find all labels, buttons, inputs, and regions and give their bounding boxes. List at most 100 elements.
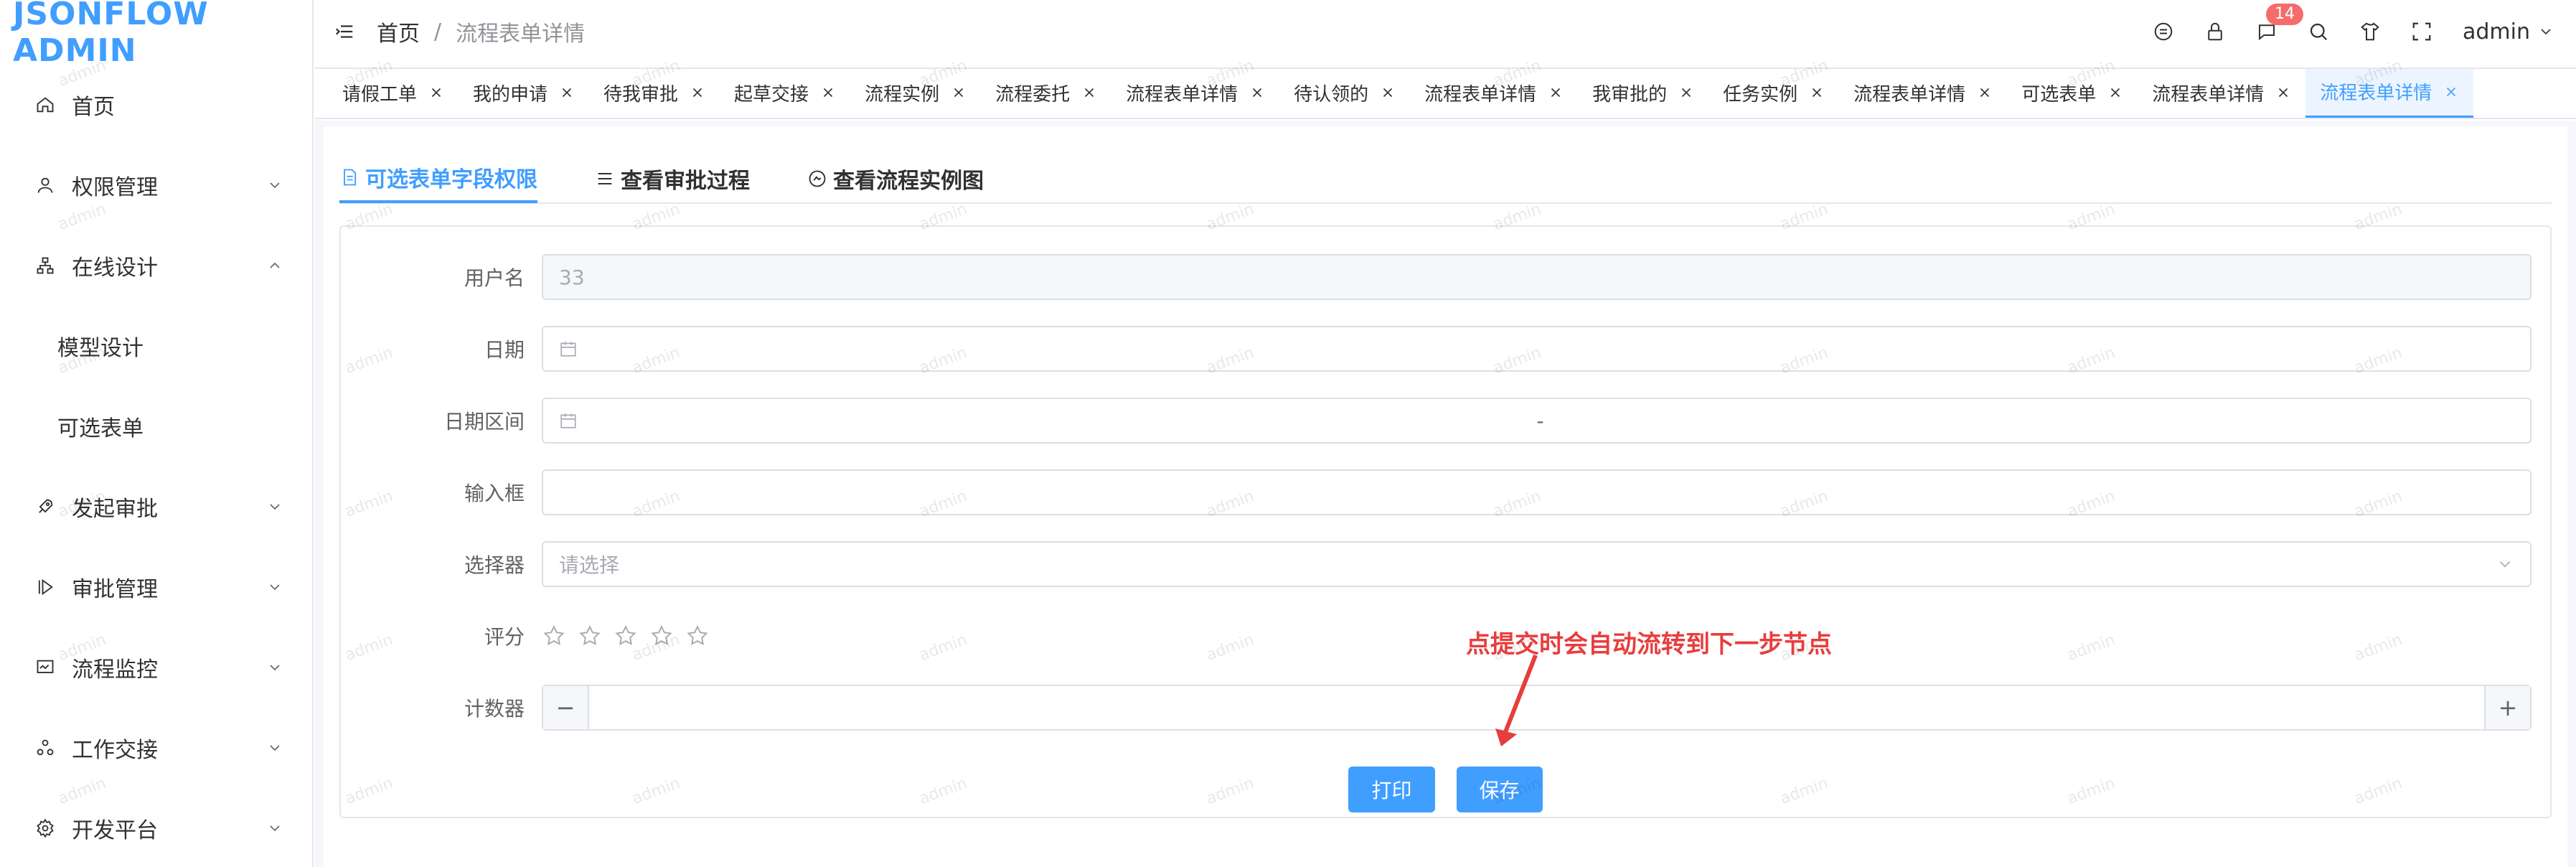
language-icon[interactable]	[2153, 21, 2174, 42]
sidebar-item-label: 工作交接	[72, 738, 158, 763]
tag-item[interactable]: 流程表单详情	[2138, 69, 2305, 118]
sidebar-item-label: 权限管理	[72, 175, 158, 200]
theme-shirt-icon[interactable]	[2359, 21, 2381, 42]
diagram-icon	[809, 170, 826, 187]
close-icon[interactable]	[2275, 85, 2291, 100]
sidebar-item-permissions[interactable]: 权限管理	[0, 145, 312, 225]
chevron-down-icon	[270, 182, 280, 189]
star-icon[interactable]	[542, 624, 566, 648]
close-icon[interactable]	[1081, 85, 1097, 100]
select-label: 选择器	[464, 553, 525, 577]
sidebar-item-start-approval[interactable]: 发起审批	[0, 467, 312, 547]
close-icon[interactable]	[1809, 85, 1825, 100]
tag-item[interactable]: 请假工单	[328, 69, 459, 118]
increment-button[interactable]: +	[2484, 686, 2530, 729]
fullscreen-icon[interactable]	[2411, 21, 2432, 42]
tag-item[interactable]: 流程实例	[850, 69, 981, 118]
sidebar-item-label: 流程监控	[72, 657, 158, 683]
sidebar-item-label: 模型设计	[57, 336, 144, 361]
form-row-counter: 计数器 − +	[341, 672, 2532, 744]
dynamic-form: 用户名 33 日期 日期区间 - 输入框 选择器 请选择 评分 计数器 − + …	[339, 225, 2552, 818]
tag-label: 流程表单详情	[2320, 83, 2432, 104]
close-icon[interactable]	[559, 85, 575, 100]
close-icon[interactable]	[820, 85, 836, 100]
tag-item-active[interactable]: 流程表单详情	[2305, 69, 2474, 118]
save-button[interactable]: 保存	[1456, 767, 1543, 812]
close-icon[interactable]	[2443, 84, 2459, 100]
close-icon[interactable]	[951, 85, 967, 100]
rate-label: 评分	[484, 625, 525, 649]
date-range-separator: -	[1536, 408, 1544, 433]
star-icon[interactable]	[578, 624, 602, 648]
tag-item[interactable]: 流程表单详情	[1839, 69, 2007, 118]
tag-label: 任务实例	[1723, 83, 1798, 106]
handover-icon	[34, 737, 56, 759]
form-row-date-range: 日期区间 -	[341, 385, 2532, 456]
user-menu[interactable]: admin	[2463, 19, 2554, 44]
close-icon[interactable]	[1678, 85, 1694, 100]
chevron-down-icon	[2541, 29, 2551, 35]
lock-icon[interactable]	[2204, 21, 2226, 42]
tag-item[interactable]: 起草交接	[720, 69, 850, 118]
close-icon[interactable]	[1977, 85, 1993, 100]
text-input[interactable]	[542, 469, 2532, 515]
sidebar-item-approval-management[interactable]: 审批管理	[0, 547, 312, 627]
star-icon[interactable]	[649, 624, 674, 648]
decrement-button[interactable]: −	[543, 686, 589, 729]
tag-item[interactable]: 流程表单详情	[1111, 69, 1279, 118]
chevron-down-icon	[270, 504, 280, 510]
date-picker[interactable]	[542, 326, 2532, 372]
sidebar-item-optional-form[interactable]: 可选表单	[0, 386, 312, 467]
close-icon[interactable]	[690, 85, 705, 100]
username-value: 33	[559, 265, 585, 289]
form-row-input: 输入框	[341, 456, 2532, 528]
tag-item[interactable]: 流程表单详情	[1410, 69, 1578, 118]
breadcrumb: 首页 / 流程表单详情	[377, 16, 585, 47]
tag-item[interactable]: 待认领的	[1279, 69, 1410, 118]
tag-label: 流程表单详情	[1126, 83, 1238, 106]
print-button[interactable]: 打印	[1348, 767, 1435, 812]
tag-item[interactable]: 待我审批	[589, 69, 720, 118]
date-range-picker[interactable]: -	[542, 398, 2532, 444]
form-row-username: 用户名 33	[341, 241, 2532, 313]
tag-item[interactable]: 流程委托	[981, 69, 1111, 118]
breadcrumb-current: 流程表单详情	[456, 22, 586, 47]
close-icon[interactable]	[1249, 85, 1265, 100]
tag-label: 流程表单详情	[1424, 83, 1537, 106]
tab-process-instance-diagram[interactable]: 查看流程实例图	[807, 154, 984, 203]
tab-form-field-permissions[interactable]: 可选表单字段权限	[339, 154, 537, 203]
input-label: 输入框	[464, 482, 525, 505]
form-row-rate: 评分	[341, 600, 2532, 672]
search-icon[interactable]	[2308, 21, 2329, 42]
tag-item[interactable]: 我审批的	[1578, 69, 1708, 118]
top-header: 首页 / 流程表单详情 14 admin	[315, 0, 2576, 63]
select-input[interactable]: 请选择	[542, 541, 2532, 587]
tag-item[interactable]: 任务实例	[1708, 69, 1839, 118]
tag-label: 流程表单详情	[1853, 83, 1966, 106]
menu-fold-icon[interactable]	[334, 21, 355, 42]
star-icon[interactable]	[614, 624, 638, 648]
sidebar-item-online-design[interactable]: 在线设计	[0, 225, 312, 306]
sidebar-item-home[interactable]: 首页	[0, 65, 312, 145]
tag-item[interactable]: 我的申请	[459, 69, 589, 118]
star-icon[interactable]	[685, 624, 710, 648]
tag-label: 起草交接	[734, 83, 809, 106]
sidebar-item-process-monitor[interactable]: 流程监控	[0, 627, 312, 708]
sidebar-item-model-design[interactable]: 模型设计	[0, 306, 312, 386]
close-icon[interactable]	[428, 85, 444, 100]
sidebar-item-dev-platform[interactable]: 开发平台	[0, 788, 312, 867]
message-icon[interactable]: 14	[2256, 4, 2303, 42]
org-icon	[34, 255, 56, 276]
close-icon[interactable]	[2107, 85, 2123, 100]
close-icon[interactable]	[1548, 85, 1564, 100]
tab-label: 可选表单字段权限	[365, 167, 537, 192]
breadcrumb-home[interactable]: 首页	[377, 16, 420, 47]
close-icon[interactable]	[1380, 85, 1396, 100]
sidebar-item-label: 可选表单	[57, 416, 144, 441]
play-icon	[34, 576, 56, 598]
sidebar-item-work-handover[interactable]: 工作交接	[0, 708, 312, 788]
tag-item[interactable]: 可选表单	[2007, 69, 2138, 118]
app-logo[interactable]: JSONFLOW ADMIN	[0, 0, 312, 69]
tab-approval-process[interactable]: 查看审批过程	[595, 154, 750, 203]
tab-label: 查看流程实例图	[833, 169, 984, 194]
